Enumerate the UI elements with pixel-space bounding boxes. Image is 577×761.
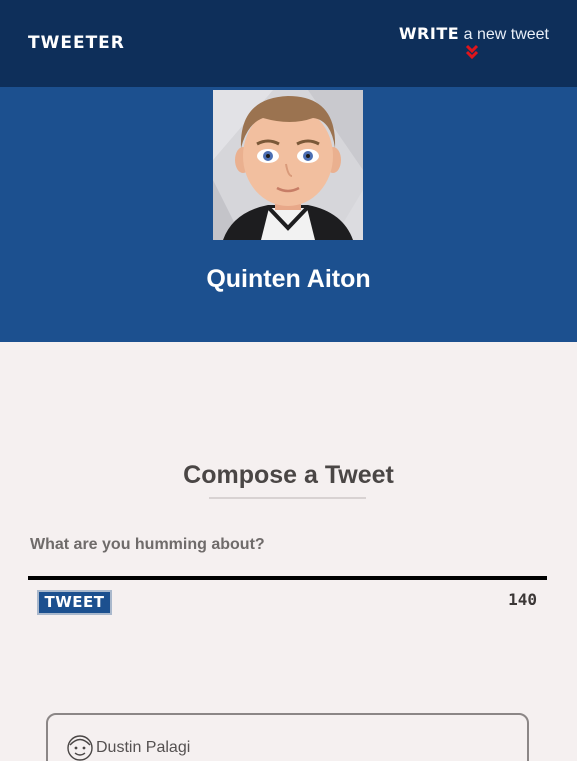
profile-name: Quinten Aiton [206, 265, 371, 293]
write-label: WRITE [398, 24, 460, 43]
character-counter: 140 [508, 590, 537, 609]
title-divider [209, 497, 366, 499]
write-subtext: a new tweet [459, 26, 549, 43]
brand-logo-link[interactable]: TWEETER [28, 33, 125, 53]
cartoon-avatar-icon [213, 90, 363, 240]
top-nav: TWEETER WRITE a new tweet [0, 0, 577, 87]
tweet-card: Dustin Palagi [46, 713, 529, 761]
compose-title: Compose a Tweet [183, 461, 394, 489]
double-chevron-down-icon[interactable] [464, 42, 480, 60]
tweet-button[interactable]: TWEET [37, 590, 112, 615]
profile-header: Quinten Aiton [0, 87, 577, 342]
tweet-author-name: Dustin Palagi [96, 739, 191, 756]
tweet-textarea[interactable] [28, 532, 547, 580]
write-tweet-link[interactable]: WRITE a new tweet [399, 24, 549, 44]
sketch-face-icon [67, 735, 93, 761]
